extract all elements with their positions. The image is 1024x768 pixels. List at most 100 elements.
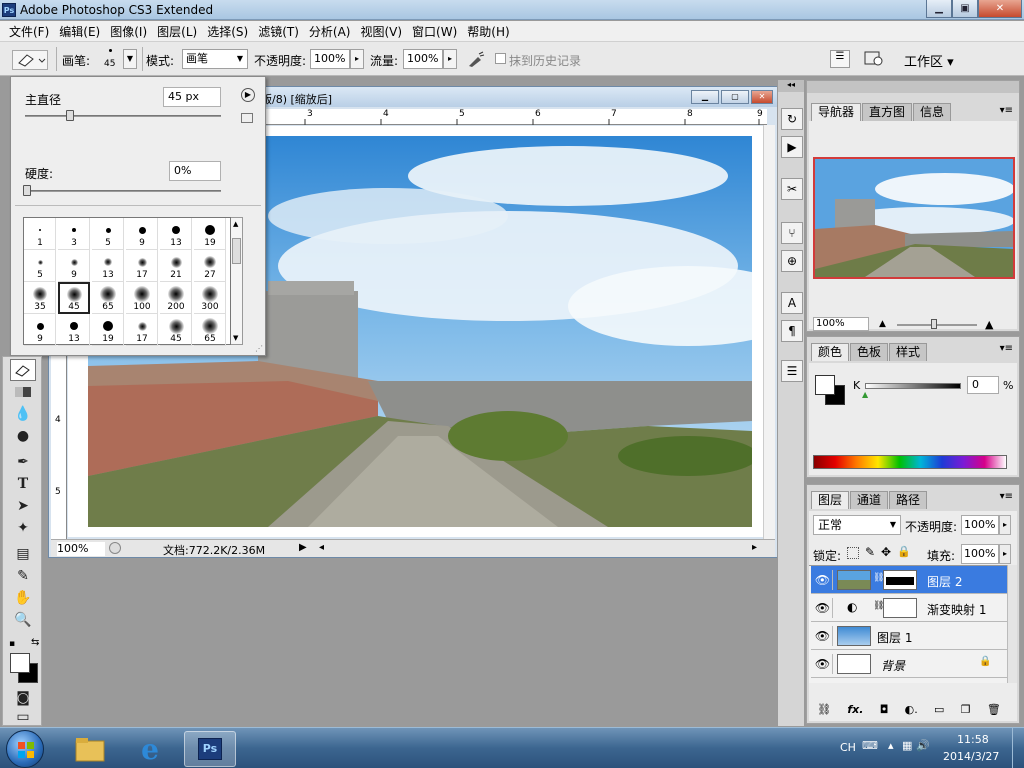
new-preset-icon[interactable] bbox=[241, 113, 253, 123]
clock-time[interactable]: 11:58 bbox=[957, 733, 989, 746]
workspace-menu[interactable]: 工作区 ▾ bbox=[904, 51, 954, 70]
new-group-icon[interactable]: ▭ bbox=[934, 703, 944, 716]
notes-tool[interactable]: ▤ bbox=[10, 543, 36, 565]
dock-collapse-icon[interactable]: ◂◂ bbox=[778, 80, 804, 92]
brush-preset[interactable]: 3 bbox=[58, 218, 90, 250]
layers-scrollbar[interactable] bbox=[1007, 565, 1017, 683]
layer-row[interactable]: 👁 ⛓ 图层 2 bbox=[811, 566, 1007, 594]
layer-row[interactable]: 👁 ◐ ⛓ 渐变映射 1 bbox=[811, 594, 1007, 622]
menu-analysis[interactable]: 分析(A) bbox=[304, 23, 356, 40]
menu-file[interactable]: 文件(F) bbox=[4, 23, 54, 40]
doc-minimize-button[interactable]: ▁ bbox=[691, 90, 719, 104]
clone-source-icon[interactable]: ⊕ bbox=[781, 250, 803, 272]
scroll-thumb[interactable] bbox=[232, 238, 241, 264]
brush-preview[interactable]: 45 bbox=[100, 46, 122, 72]
brush-preset[interactable]: 5 bbox=[92, 218, 124, 250]
eye-icon[interactable]: 👁 bbox=[813, 626, 833, 646]
master-diameter-input[interactable]: 45 px bbox=[163, 87, 221, 107]
navigator-zoom-input[interactable]: 100% bbox=[813, 317, 869, 331]
opacity-slider-toggle[interactable]: ▸ bbox=[350, 49, 364, 69]
fill-input[interactable]: 100% bbox=[961, 544, 999, 564]
mode-select[interactable]: 画笔 ▼ bbox=[182, 49, 248, 69]
lock-transparency-icon[interactable] bbox=[847, 547, 859, 559]
color-slider-knob[interactable]: ▲ bbox=[862, 390, 868, 399]
restore-button[interactable]: ▣ bbox=[952, 0, 978, 18]
scroll-right-icon[interactable]: ▸ bbox=[752, 542, 757, 553]
panel-menu-icon[interactable]: ▾≡ bbox=[1000, 105, 1013, 116]
actions-icon[interactable]: ▶ bbox=[781, 136, 803, 158]
taskbar-photoshop[interactable]: Ps bbox=[184, 731, 236, 767]
lock-paint-icon[interactable]: ✎ bbox=[865, 545, 875, 559]
lock-move-icon[interactable]: ✥ bbox=[881, 545, 891, 559]
flow-input[interactable]: 100% bbox=[403, 49, 443, 69]
brush-preset[interactable]: 200 bbox=[160, 282, 192, 314]
eye-icon[interactable]: 👁 bbox=[813, 598, 833, 618]
layer-comps-icon[interactable]: ☰ bbox=[781, 360, 803, 382]
volume-icon[interactable]: 🔊 bbox=[916, 739, 930, 752]
character-icon[interactable]: A bbox=[781, 292, 803, 314]
color-slider-track[interactable] bbox=[865, 383, 961, 389]
layer-opacity-input[interactable]: 100% bbox=[961, 515, 999, 535]
zoom-tool[interactable]: 🔍 bbox=[10, 609, 36, 631]
brush-preset[interactable]: 1 bbox=[24, 218, 56, 250]
brush-preset[interactable]: 45 bbox=[58, 282, 90, 314]
navigator-zoom-knob[interactable] bbox=[931, 319, 937, 329]
status-menu-arrow-icon[interactable]: ▶ bbox=[299, 542, 307, 553]
airbrush-icon[interactable] bbox=[466, 49, 488, 69]
brush-preset[interactable]: 65 bbox=[194, 314, 226, 346]
new-adjustment-icon[interactable]: ◐. bbox=[905, 703, 918, 716]
resize-grip-icon[interactable]: ⋰ bbox=[255, 344, 263, 353]
brush-preset[interactable]: 9 bbox=[58, 250, 90, 282]
menu-select[interactable]: 选择(S) bbox=[202, 23, 253, 40]
zoom-in-icon[interactable]: ▲ bbox=[985, 318, 993, 331]
brush-preset[interactable]: 19 bbox=[92, 314, 124, 346]
color-ramp[interactable] bbox=[813, 455, 1007, 469]
tab-histogram[interactable]: 直方图 bbox=[862, 103, 913, 121]
doc-maximize-button[interactable]: ▢ bbox=[721, 90, 749, 104]
menu-edit[interactable]: 编辑(E) bbox=[54, 23, 105, 40]
add-mask-icon[interactable]: ◘ bbox=[880, 703, 889, 716]
opacity-input[interactable]: 100% bbox=[310, 49, 350, 69]
dodge-tool[interactable]: ● bbox=[10, 425, 36, 447]
color-foreground-swatch[interactable] bbox=[815, 375, 835, 395]
doc-zoom-input[interactable]: 100% bbox=[57, 542, 105, 556]
tab-styles[interactable]: 样式 bbox=[889, 343, 928, 361]
menu-filter[interactable]: 滤镜(T) bbox=[253, 23, 304, 40]
tab-paths[interactable]: 路径 bbox=[889, 491, 928, 509]
erase-to-history-checkbox[interactable] bbox=[495, 53, 506, 64]
brush-preset[interactable]: 17 bbox=[126, 314, 158, 346]
keyboard-icon[interactable]: ⌨ bbox=[862, 739, 878, 752]
quick-mask-toggle[interactable]: ◙ bbox=[10, 687, 36, 709]
network-icon[interactable]: ▦ bbox=[902, 739, 912, 752]
link-layers-icon[interactable]: ⛓ bbox=[817, 703, 831, 716]
custom-shape-tool[interactable]: ✦ bbox=[10, 517, 36, 539]
brush-preset[interactable]: 27 bbox=[194, 250, 226, 282]
brush-preset[interactable]: 45 bbox=[160, 314, 192, 346]
menu-layer[interactable]: 图层(L) bbox=[152, 23, 202, 40]
tab-navigator[interactable]: 导航器 bbox=[811, 103, 862, 121]
blend-mode-select[interactable]: 正常 ▼ bbox=[813, 515, 901, 535]
eye-icon[interactable]: 👁 bbox=[813, 570, 833, 590]
brush-preset[interactable]: 35 bbox=[24, 282, 56, 314]
tab-layers[interactable]: 图层 bbox=[811, 491, 850, 509]
show-desktop-button[interactable] bbox=[1012, 728, 1024, 768]
zoom-out-icon[interactable]: ▲ bbox=[879, 319, 886, 329]
layer-row[interactable]: 👁 图层 1 bbox=[811, 622, 1007, 650]
new-layer-icon[interactable]: ❐ bbox=[961, 703, 971, 716]
brush-preset[interactable]: 19 bbox=[194, 218, 226, 250]
close-button[interactable]: ✕ bbox=[978, 0, 1022, 18]
taskbar-internet-explorer[interactable]: e bbox=[124, 731, 176, 767]
layer-name[interactable]: 背景 bbox=[881, 657, 905, 674]
tab-swatches[interactable]: 色板 bbox=[850, 343, 889, 361]
brush-preset[interactable]: 100 bbox=[126, 282, 158, 314]
diameter-slider-track[interactable] bbox=[25, 115, 221, 117]
brushes-icon[interactable]: ⑂ bbox=[781, 222, 803, 244]
eraser-tool[interactable] bbox=[10, 359, 36, 381]
eyedropper-tool[interactable]: ✎ bbox=[10, 565, 36, 587]
path-selection-tool[interactable]: ➤ bbox=[10, 495, 36, 517]
brush-picker-toggle[interactable]: ▼ bbox=[123, 49, 137, 69]
navigator-zoom-slider[interactable] bbox=[897, 324, 977, 326]
brush-preset[interactable]: 13 bbox=[160, 218, 192, 250]
paragraph-icon[interactable]: ¶ bbox=[781, 320, 803, 342]
clock-date[interactable]: 2014/3/27 bbox=[943, 750, 999, 763]
